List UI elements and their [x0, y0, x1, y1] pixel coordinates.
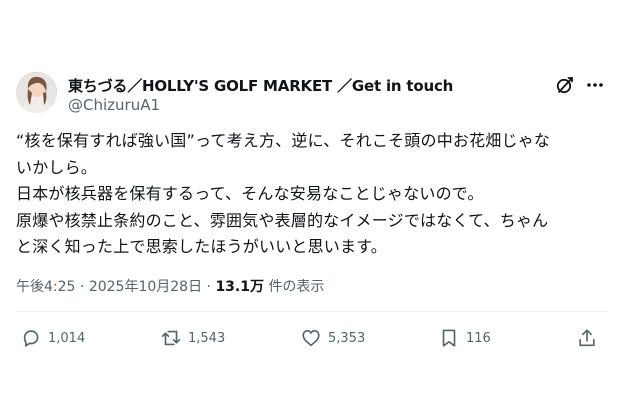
tweet-text-line: と深く知った上で思索したほうがいいと思います。 [16, 237, 388, 256]
grok-icon[interactable] [555, 75, 575, 95]
meta-separator: · [206, 279, 211, 295]
like-button[interactable]: 5,353 [300, 326, 365, 350]
repost-button[interactable]: 1,543 [160, 326, 225, 350]
tweet-text-line: “核を保有すれば強い国”って考え方、逆に、それこそ頭の中お花畑じゃな [16, 131, 551, 150]
reply-icon [23, 330, 39, 347]
meta-separator: · [79, 279, 85, 295]
bookmark-button[interactable]: 116 [438, 326, 491, 350]
view-count[interactable]: 13.1万 [215, 279, 264, 295]
repost-icon [161, 330, 181, 346]
tweet-date[interactable]: 2025年10月28日 [89, 279, 202, 295]
author-handle[interactable]: @ChizuruA1 [68, 96, 160, 114]
heart-icon [302, 330, 320, 347]
tweet-text-line: いかしら。 [16, 157, 98, 177]
more-icon[interactable] [585, 75, 605, 95]
share-button[interactable] [576, 326, 598, 350]
view-count-label: 件の表示 [268, 279, 325, 295]
tweet-time[interactable]: 午後4:25 [16, 279, 75, 295]
reply-button[interactable]: 1,014 [20, 326, 85, 350]
repost-count: 1,543 [188, 330, 226, 346]
share-icon [579, 329, 595, 347]
avatar[interactable] [16, 72, 57, 113]
tweet-text-line: 日本が核兵器を保有するって、そんな安易なことじゃないので。 [16, 184, 484, 203]
tweet-card: 東ちづる／HOLLY'S GOLF MARKET ／Get in touch @… [0, 0, 620, 413]
tweet-text-line: 原爆や核禁止条約のこと、雰囲気や表層的なイメージではなくて、ちゃん [16, 210, 549, 230]
bookmark-icon [442, 329, 456, 347]
divider [16, 311, 608, 312]
tweet-meta: 午後4:25 · 2025年10月28日 · 13.1万 件の表示 [16, 276, 324, 296]
tweet-text: “核を保有すれば強い国”って考え方、逆に、それこそ頭の中お花畑じゃな いかしら。… [16, 128, 608, 261]
author-display-name[interactable]: 東ちづる／HOLLY'S GOLF MARKET ／Get in touch [68, 75, 453, 96]
reply-count: 1,014 [48, 330, 86, 346]
bookmark-count: 116 [466, 330, 491, 346]
like-count: 5,353 [328, 330, 366, 346]
